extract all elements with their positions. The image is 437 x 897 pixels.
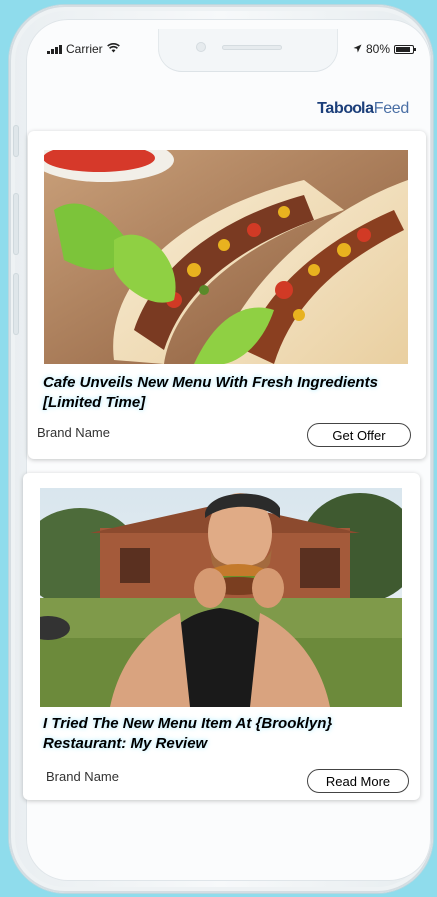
headline[interactable]: Cafe Unveils New Menu With Fresh Ingredi…	[43, 373, 403, 413]
notch	[158, 29, 338, 72]
logo-part-4: Feed	[373, 100, 410, 117]
volume-up-button	[13, 193, 19, 255]
tacos-photo[interactable]	[44, 150, 408, 364]
wifi-icon	[106, 42, 120, 56]
brand-name: Brand Name	[46, 769, 119, 784]
camera	[196, 42, 206, 52]
logo-part-3: la	[360, 100, 374, 117]
signal-icon	[47, 44, 62, 54]
location-arrow-icon	[353, 42, 362, 56]
carrier-label: Carrier	[66, 42, 103, 56]
headline[interactable]: I Tried The New Menu Item At {Brooklyn} …	[43, 714, 403, 754]
speaker	[222, 45, 282, 50]
taboola-feed-logo: TaboolaFeed	[317, 100, 409, 118]
volume-down-button	[13, 273, 19, 335]
status-bar-left: Carrier	[47, 42, 120, 56]
get-offer-button[interactable]: Get Offer	[307, 423, 411, 447]
battery-percent: 80%	[365, 42, 390, 56]
man-eating-burger-photo[interactable]	[40, 488, 402, 707]
feed-card[interactable]: I Tried The New Menu Item At {Brooklyn} …	[23, 473, 420, 800]
battery-icon	[394, 44, 416, 54]
logo-part-2: oo	[343, 100, 362, 117]
status-bar-right: 80%	[353, 42, 416, 56]
read-more-button[interactable]: Read More	[307, 769, 409, 793]
feed-card[interactable]: Cafe Unveils New Menu With Fresh Ingredi…	[28, 131, 426, 459]
mute-switch	[13, 125, 19, 157]
logo-part-1: Tab	[317, 100, 344, 117]
brand-name: Brand Name	[37, 425, 110, 440]
